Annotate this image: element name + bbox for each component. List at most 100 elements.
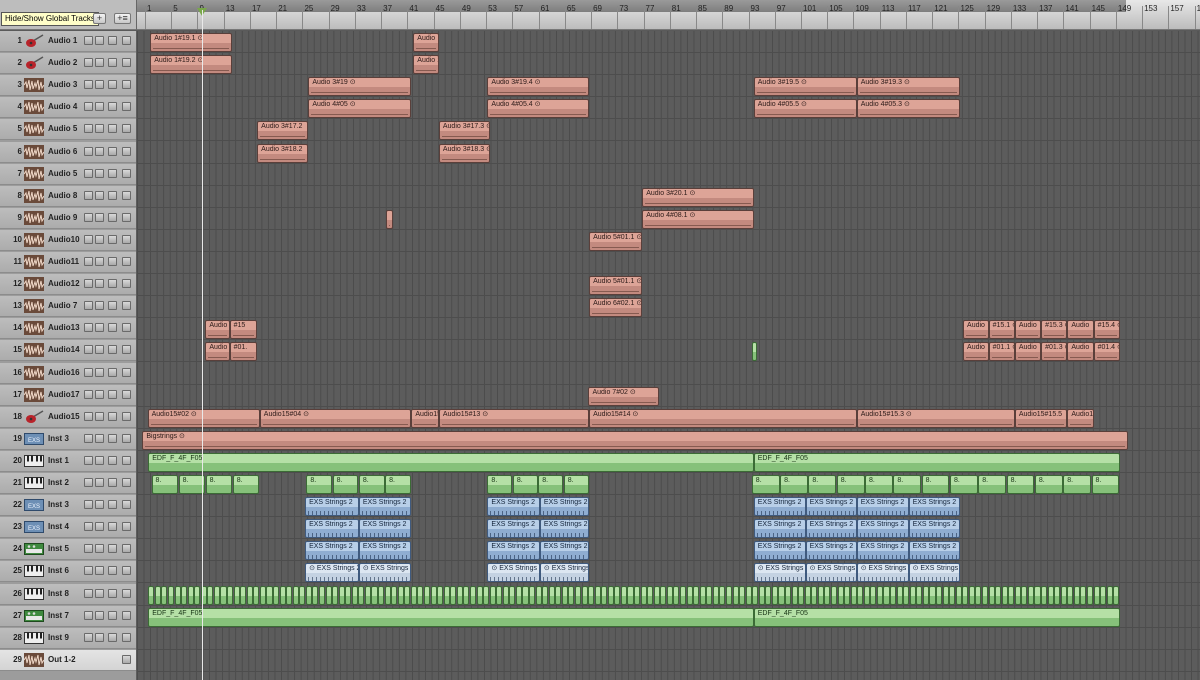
track-header[interactable]: 25 Inst 6 [0, 561, 136, 583]
mute-button[interactable] [84, 190, 93, 200]
track-header[interactable]: 26 Inst 8 [0, 583, 136, 605]
midi-region[interactable] [220, 585, 227, 605]
audio-region[interactable]: Audio [1067, 320, 1094, 340]
audio-region[interactable]: Audio15#13 ⊙ [438, 408, 590, 428]
midi-region[interactable] [548, 585, 555, 605]
mute-button[interactable] [84, 433, 93, 443]
record-enable-button[interactable] [108, 522, 117, 532]
midi-region[interactable] [404, 585, 411, 605]
audio-region[interactable]: Audio 3#19.3 ⊙ [856, 77, 961, 97]
mute-button[interactable] [84, 80, 93, 90]
solo-button[interactable] [122, 455, 131, 465]
midi-region[interactable] [660, 585, 667, 605]
add-global-track-button[interactable]: +≡ [114, 13, 131, 24]
midi-region[interactable] [384, 585, 391, 605]
midi-region[interactable]: EXS Strings 2 [908, 541, 961, 561]
audio-region[interactable]: Audio [413, 33, 439, 53]
midi-region[interactable] [594, 585, 601, 605]
midi-region[interactable] [765, 585, 772, 605]
midi-region[interactable] [679, 585, 687, 605]
mute-button[interactable] [84, 102, 93, 112]
record-enable-button[interactable] [108, 58, 117, 68]
record-enable-button[interactable] [108, 102, 117, 112]
midi-region[interactable] [246, 585, 253, 605]
mute-button[interactable] [84, 58, 93, 68]
solo-button[interactable] [122, 632, 131, 642]
solo-button[interactable] [122, 345, 131, 355]
solo-button[interactable] [122, 168, 131, 178]
mute-button[interactable] [84, 146, 93, 156]
midi-region[interactable] [233, 585, 240, 605]
track-header[interactable]: 9 Audio 9 [0, 207, 136, 229]
record-enable-button[interactable] [108, 588, 117, 598]
mute-button[interactable] [84, 588, 93, 598]
audio-region[interactable]: Audio15#02 ⊙ [147, 408, 260, 428]
midi-region[interactable] [968, 585, 975, 605]
midi-region[interactable]: EXS Strings 2 [487, 497, 540, 517]
input-monitor-button[interactable] [95, 345, 104, 355]
solo-button[interactable] [122, 212, 131, 222]
record-enable-button[interactable] [108, 367, 117, 377]
midi-region[interactable] [305, 585, 312, 605]
track-lane[interactable] [137, 252, 1200, 274]
midi-region[interactable] [489, 585, 496, 605]
midi-region[interactable] [936, 585, 943, 605]
midi-region[interactable] [903, 585, 910, 605]
solo-button[interactable] [122, 102, 131, 112]
track-header[interactable]: 11 Audio11 [0, 252, 136, 273]
track-lane[interactable] [137, 75, 1200, 98]
midi-region[interactable]: EXS Strings 2 [753, 519, 806, 539]
midi-region[interactable] [909, 585, 916, 605]
midi-region[interactable] [876, 585, 883, 605]
midi-region[interactable] [949, 585, 956, 605]
midi-region[interactable] [975, 585, 982, 605]
input-monitor-button[interactable] [95, 455, 104, 465]
midi-region[interactable]: EXS Strings 2 [305, 541, 359, 561]
solo-button[interactable] [122, 610, 131, 620]
midi-region[interactable] [148, 585, 155, 605]
midi-region[interactable] [739, 585, 746, 605]
midi-region[interactable] [338, 585, 345, 605]
midi-region[interactable]: 8. [1063, 475, 1091, 495]
record-enable-button[interactable] [108, 190, 117, 200]
track-header[interactable]: 20 Inst 1 [0, 450, 136, 472]
midi-region[interactable] [542, 585, 549, 605]
audio-region[interactable]: #01. [229, 342, 258, 362]
audio-region[interactable]: Audio 6#02.1 ⊙ [589, 298, 643, 318]
audio-region[interactable]: Audio 4#05.4 ⊙ [487, 99, 590, 119]
track-header[interactable]: 22 EXS Inst 3 [0, 495, 136, 517]
midi-region[interactable]: 8. [921, 475, 950, 495]
midi-region[interactable]: EDF_F_4F_F05 [753, 607, 1120, 627]
midi-region[interactable]: 8. [893, 475, 922, 495]
midi-region[interactable] [312, 585, 319, 605]
midi-region[interactable]: ⊙ EXS Strings 2 [805, 563, 857, 583]
track-header[interactable]: 12 Audio12 [0, 274, 136, 296]
input-monitor-button[interactable] [95, 279, 104, 289]
midi-region[interactable]: EXS Strings 2 [305, 519, 359, 539]
record-enable-button[interactable] [108, 124, 117, 134]
midi-region[interactable] [1113, 585, 1120, 605]
audio-region[interactable]: Audio [1014, 342, 1042, 362]
input-monitor-button[interactable] [95, 323, 104, 333]
audio-region[interactable]: Audio 7#02 ⊙ [588, 386, 660, 406]
midi-region[interactable]: ⊙ EXS Strings 2 [487, 563, 540, 583]
solo-button[interactable] [122, 146, 131, 156]
solo-button[interactable] [122, 301, 131, 311]
midi-region[interactable]: ⊙ EXS Strings 2 [908, 563, 961, 583]
record-enable-button[interactable] [108, 80, 117, 90]
track-lane[interactable] [137, 53, 1200, 76]
track-header[interactable]: 1 Audio 1 [0, 31, 136, 52]
midi-region[interactable] [299, 585, 306, 605]
record-enable-button[interactable] [108, 389, 117, 399]
track-header[interactable]: 8 Audio 8 [0, 185, 136, 207]
midi-region[interactable]: 8. [949, 475, 978, 495]
midi-region[interactable]: 8. [385, 475, 411, 495]
audio-region[interactable]: #15.4 ⊙ [1093, 320, 1120, 340]
midi-region[interactable]: EXS Strings 2 [805, 519, 857, 539]
midi-region[interactable] [240, 585, 247, 605]
midi-region[interactable]: EDF_F_4F_F05 [148, 607, 754, 627]
midi-region[interactable] [771, 585, 778, 605]
midi-region[interactable] [922, 585, 929, 605]
track-header[interactable]: 21 Inst 2 [0, 473, 136, 494]
midi-region[interactable] [417, 585, 424, 605]
